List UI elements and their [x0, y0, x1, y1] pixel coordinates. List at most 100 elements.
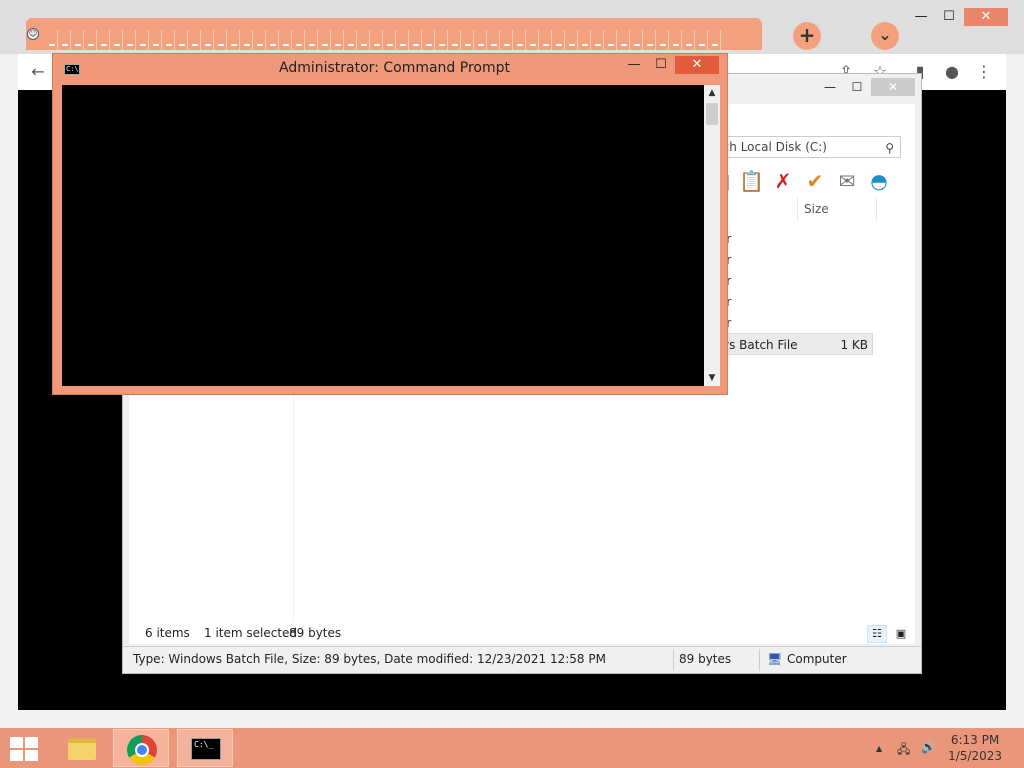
tab[interactable]: [553, 30, 565, 50]
tab[interactable]: [618, 30, 630, 50]
tab[interactable]: [85, 30, 97, 50]
tab[interactable]: [59, 30, 71, 50]
tab[interactable]: [384, 30, 396, 50]
tab[interactable]: [683, 30, 695, 50]
clipboard-icon[interactable]: 📋: [739, 169, 764, 193]
show-hidden-icons-icon[interactable]: ▲: [876, 744, 882, 753]
cmd-window-title: Administrator: Command Prompt: [279, 60, 510, 76]
search-input-text: rch Local Disk (C:): [718, 140, 827, 154]
profile-avatar-icon[interactable]: ●: [942, 62, 962, 82]
tab[interactable]: [306, 30, 318, 50]
tab[interactable]: [397, 30, 409, 50]
tab[interactable]: [254, 30, 266, 50]
search-icon[interactable]: ⚲: [885, 138, 894, 158]
tab[interactable]: [436, 30, 448, 50]
tab-strip: ☺ + ⌄ — ☐ ✕: [0, 0, 1024, 54]
shell-icon[interactable]: ◓: [867, 169, 891, 193]
tab[interactable]: [462, 30, 474, 50]
tab[interactable]: [163, 30, 175, 50]
tab[interactable]: [371, 30, 383, 50]
cmd-minimize-button[interactable]: —: [621, 56, 647, 74]
tab-search-button[interactable]: ⌄: [871, 22, 899, 50]
clock-time: 6:13 PM: [950, 733, 1000, 747]
browser-maximize-button[interactable]: ☐: [934, 8, 964, 26]
tab[interactable]: [137, 30, 149, 50]
scrollbar-thumb[interactable]: [706, 103, 718, 125]
tab[interactable]: [176, 30, 188, 50]
tab[interactable]: [631, 30, 643, 50]
cmd-window-icon[interactable]: C:\: [64, 64, 80, 75]
tab[interactable]: [579, 30, 591, 50]
preview-view-icon[interactable]: ▣: [891, 625, 911, 643]
tab[interactable]: [657, 30, 669, 50]
taskbar-command-prompt[interactable]: C:\_: [177, 729, 233, 767]
network-icon[interactable]: 🖧: [897, 740, 910, 761]
tab[interactable]: [46, 30, 58, 50]
tabs-row[interactable]: [26, 18, 762, 50]
divider: [759, 649, 760, 671]
scroll-down-icon[interactable]: ▼: [704, 370, 720, 386]
tab[interactable]: [696, 30, 708, 50]
column-header-size[interactable]: Size: [797, 198, 877, 220]
tab[interactable]: [280, 30, 292, 50]
tab[interactable]: [215, 30, 227, 50]
tab[interactable]: [423, 30, 435, 50]
tab[interactable]: [332, 30, 344, 50]
tab[interactable]: [566, 30, 578, 50]
tab[interactable]: [592, 30, 604, 50]
browser-close-button[interactable]: ✕: [964, 8, 1008, 26]
tab[interactable]: [189, 30, 201, 50]
tab[interactable]: [488, 30, 500, 50]
properties-icon[interactable]: ✉: [835, 169, 859, 193]
windows-start-icon[interactable]: [10, 737, 38, 761]
tab[interactable]: [410, 30, 422, 50]
selected-list-item[interactable]: vs Batch File 1 KB: [719, 333, 873, 355]
tab[interactable]: [644, 30, 656, 50]
tab[interactable]: [670, 30, 682, 50]
chrome-menu-icon[interactable]: ⋮: [974, 62, 994, 82]
tab[interactable]: [514, 30, 526, 50]
tab[interactable]: [111, 30, 123, 50]
tab[interactable]: [241, 30, 253, 50]
system-clock[interactable]: 6:13 PM 1/5/2023: [948, 732, 1002, 764]
scroll-up-icon[interactable]: ▲: [704, 85, 720, 101]
tab[interactable]: [358, 30, 370, 50]
tab[interactable]: [540, 30, 552, 50]
tab[interactable]: [475, 30, 487, 50]
tab[interactable]: [228, 30, 240, 50]
browser-minimize-button[interactable]: —: [906, 8, 936, 26]
taskbar-file-explorer[interactable]: [53, 729, 109, 767]
cmd-close-button[interactable]: ✕: [675, 56, 719, 74]
tab[interactable]: [605, 30, 617, 50]
vertical-scrollbar[interactable]: ▲ ▼: [704, 85, 720, 386]
explorer-minimize-button[interactable]: —: [817, 78, 843, 96]
taskbar-chrome[interactable]: [113, 729, 169, 767]
explorer-close-button[interactable]: ✕: [871, 78, 915, 96]
tab[interactable]: [202, 30, 214, 50]
tab[interactable]: [124, 30, 136, 50]
tab[interactable]: [319, 30, 331, 50]
cmd-icon: C:\_: [191, 738, 221, 760]
tab[interactable]: [267, 30, 279, 50]
tab[interactable]: [501, 30, 513, 50]
selection-size: 89 bytes: [289, 626, 342, 640]
checkmark-icon[interactable]: ✔: [803, 169, 827, 193]
tab[interactable]: [98, 30, 110, 50]
tab[interactable]: [527, 30, 539, 50]
explorer-maximize-button[interactable]: ☐: [844, 78, 870, 96]
clock-date: 1/5/2023: [948, 749, 1002, 763]
volume-icon[interactable]: 🔊: [921, 740, 936, 754]
file-details-text: Type: Windows Batch File, Size: 89 bytes…: [133, 652, 606, 666]
tab[interactable]: [150, 30, 162, 50]
tab[interactable]: [709, 30, 721, 50]
details-view-icon[interactable]: ☷: [867, 625, 887, 643]
console-output-area[interactable]: [62, 85, 704, 386]
delete-icon[interactable]: ✗: [771, 169, 795, 193]
tab[interactable]: [449, 30, 461, 50]
tab[interactable]: [345, 30, 357, 50]
new-tab-button[interactable]: +: [793, 22, 821, 50]
back-arrow-icon[interactable]: ←: [28, 62, 48, 82]
tab[interactable]: [293, 30, 305, 50]
cmd-maximize-button[interactable]: ☐: [648, 56, 674, 74]
tab[interactable]: [72, 30, 84, 50]
